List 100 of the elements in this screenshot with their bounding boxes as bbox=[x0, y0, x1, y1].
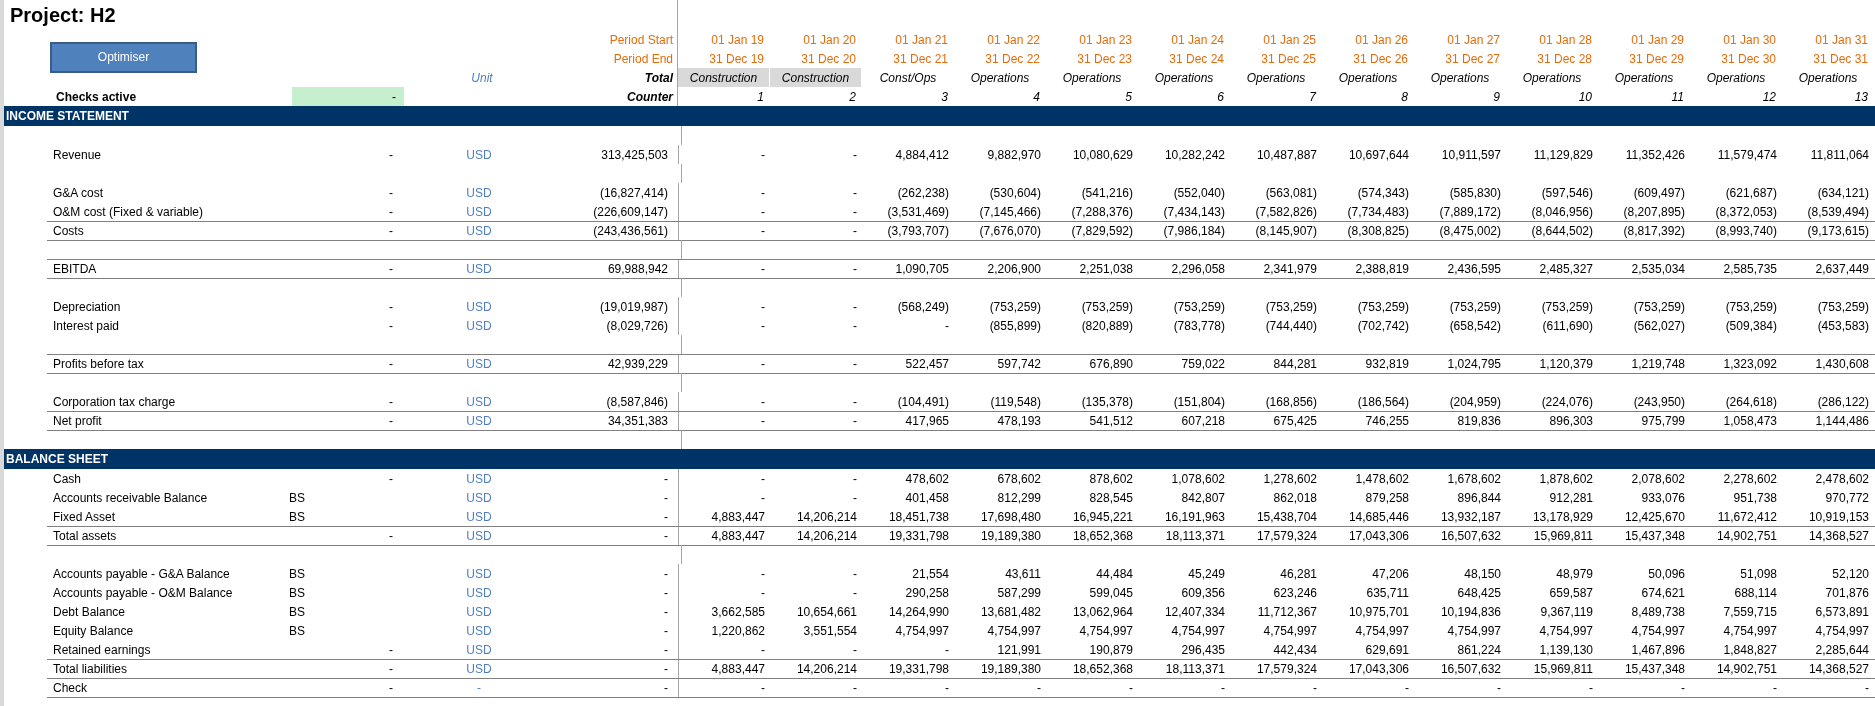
row-label: Accounts receivable Balance bbox=[52, 489, 209, 507]
value-cell-text: 2,637,449 bbox=[1814, 260, 1870, 278]
value-cell-text: 442,434 bbox=[1272, 641, 1318, 659]
value-cell-text: - bbox=[1680, 679, 1686, 697]
row-label: Total liabilities bbox=[52, 660, 129, 678]
dash-text: - bbox=[389, 679, 393, 697]
value-cell-text: 14,264,990 bbox=[887, 603, 950, 621]
value-cell-text: 1,058,473 bbox=[1722, 412, 1778, 430]
unit-cell-text: - bbox=[476, 679, 482, 697]
row-label: Net profit bbox=[52, 412, 103, 430]
sheet-code-text: BS bbox=[289, 622, 305, 640]
row-label: Equity Balance bbox=[52, 622, 135, 640]
value-cell-text: 1,144,486 bbox=[1814, 412, 1870, 430]
period-end-date: 31 Dec 30 bbox=[1720, 50, 1777, 68]
total-cell-text: - bbox=[663, 603, 669, 621]
total-cell-text: (16,827,414) bbox=[598, 184, 669, 202]
counter-cell-text: 1 bbox=[756, 88, 765, 106]
value-cell-text: (262,238) bbox=[896, 184, 950, 202]
dash-text: - bbox=[389, 355, 393, 373]
value-cell-text: 1,219,748 bbox=[1630, 355, 1686, 373]
value-cell-text: 635,711 bbox=[1365, 584, 1410, 602]
value-cell-text: 17,043,306 bbox=[1347, 660, 1410, 678]
project-title: Project: H2 bbox=[9, 3, 117, 28]
value-cell-text: - bbox=[1312, 679, 1318, 697]
value-cell-text: 51,098 bbox=[1739, 565, 1778, 583]
value-cell-text: 11,352,426 bbox=[1624, 146, 1686, 164]
row-label: Revenue bbox=[52, 146, 103, 164]
dash-text: - bbox=[389, 412, 393, 430]
value-cell-text: 10,919,153 bbox=[1807, 508, 1870, 526]
value-cell-text: 7,559,715 bbox=[1722, 603, 1778, 621]
value-cell-text: 878,602 bbox=[1088, 470, 1134, 488]
row-label: Depreciation bbox=[52, 298, 122, 316]
period-start-date: 01 Jan 20 bbox=[802, 31, 857, 49]
value-cell-text: 1,078,602 bbox=[1170, 470, 1226, 488]
value-cell-text: 6,573,891 bbox=[1814, 603, 1870, 621]
value-cell-text: 675,425 bbox=[1272, 412, 1318, 430]
value-cell-text: 14,206,214 bbox=[795, 527, 858, 545]
value-cell-text: - bbox=[760, 393, 766, 411]
value-cell-text: 14,685,446 bbox=[1347, 508, 1410, 526]
value-cell-text: 290,258 bbox=[904, 584, 950, 602]
value-cell-text: 746,255 bbox=[1364, 412, 1410, 430]
value-cell-text: (552,040) bbox=[1172, 184, 1226, 202]
value-cell-text: 14,368,527 bbox=[1807, 527, 1870, 545]
value-cell-text: (8,817,392) bbox=[1622, 222, 1686, 240]
value-cell-text: 15,437,348 bbox=[1623, 527, 1686, 545]
value-cell-text: 2,535,034 bbox=[1630, 260, 1686, 278]
unit-cell-text: USD bbox=[465, 298, 493, 316]
value-cell-text: 2,485,327 bbox=[1538, 260, 1594, 278]
value-cell-text: (151,804) bbox=[1172, 393, 1226, 411]
total-cell-text: - bbox=[663, 565, 669, 583]
unit-cell-text: USD bbox=[465, 222, 493, 240]
value-cell-text: 9,882,970 bbox=[986, 146, 1042, 164]
value-cell-text: - bbox=[852, 146, 858, 164]
total-cell-text: (19,019,987) bbox=[598, 298, 669, 316]
dash-text: - bbox=[389, 184, 393, 202]
value-cell-text: 12,425,670 bbox=[1623, 508, 1686, 526]
value-cell-text: 13,178,929 bbox=[1531, 508, 1594, 526]
value-cell-text: 1,478,602 bbox=[1354, 470, 1410, 488]
value-cell-text: 975,799 bbox=[1640, 412, 1686, 430]
value-cell-text: (204,959) bbox=[1448, 393, 1502, 411]
value-cell-text: 15,969,811 bbox=[1532, 660, 1594, 678]
total-cell-text: - bbox=[663, 622, 669, 640]
value-cell-text: 812,299 bbox=[996, 489, 1042, 507]
value-cell-text: (702,742) bbox=[1356, 317, 1410, 335]
row-label: Fixed Asset bbox=[52, 508, 117, 526]
value-cell-text: 18,652,368 bbox=[1071, 527, 1134, 545]
value-cell-text: 4,883,447 bbox=[710, 660, 766, 678]
dash-text: - bbox=[389, 641, 393, 659]
value-cell-text: - bbox=[1404, 679, 1410, 697]
value-cell-text: 18,113,371 bbox=[1164, 660, 1226, 678]
row-label: Accounts payable - G&A Balance bbox=[52, 565, 231, 583]
value-cell-text: (563,081) bbox=[1264, 184, 1318, 202]
phase-cell-text: Operations bbox=[1521, 69, 1583, 87]
value-cell-text: 10,975,701 bbox=[1347, 603, 1410, 621]
value-cell-text: - bbox=[852, 260, 858, 278]
value-cell-text: 45,249 bbox=[1187, 565, 1226, 583]
value-cell-text: 13,681,482 bbox=[979, 603, 1042, 621]
value-cell-text: 932,819 bbox=[1364, 355, 1410, 373]
value-cell-text: 648,425 bbox=[1456, 584, 1502, 602]
value-cell-text: 14,206,214 bbox=[795, 508, 858, 526]
value-cell-text: 1,678,602 bbox=[1446, 470, 1502, 488]
period-start-date: 01 Jan 28 bbox=[1538, 31, 1593, 49]
value-cell-text: (8,993,740) bbox=[1714, 222, 1778, 240]
counter-cell-text: 13 bbox=[1853, 88, 1869, 106]
value-cell-text: (8,207,895) bbox=[1622, 203, 1686, 221]
value-cell-text: - bbox=[852, 355, 858, 373]
unit-header: Unit bbox=[470, 69, 494, 87]
counter-cell-text: 7 bbox=[1308, 88, 1318, 106]
optimiser-button[interactable]: Optimiser bbox=[50, 42, 197, 73]
counter-cell-text: 5 bbox=[1124, 88, 1133, 106]
phase-cell-text: Operations bbox=[969, 69, 1031, 87]
value-cell-text: 10,080,629 bbox=[1071, 146, 1134, 164]
period-start-date: 01 Jan 29 bbox=[1630, 31, 1685, 49]
counter-cell-text: 2 bbox=[848, 88, 857, 106]
phase-cell-text: Const/Ops bbox=[878, 69, 938, 87]
value-cell-text: (135,378) bbox=[1080, 393, 1134, 411]
value-cell-text: 861,224 bbox=[1456, 641, 1502, 659]
value-cell-text: (7,288,376) bbox=[1070, 203, 1134, 221]
value-cell-text: (597,546) bbox=[1540, 184, 1594, 202]
value-cell-text: (224,076) bbox=[1540, 393, 1594, 411]
